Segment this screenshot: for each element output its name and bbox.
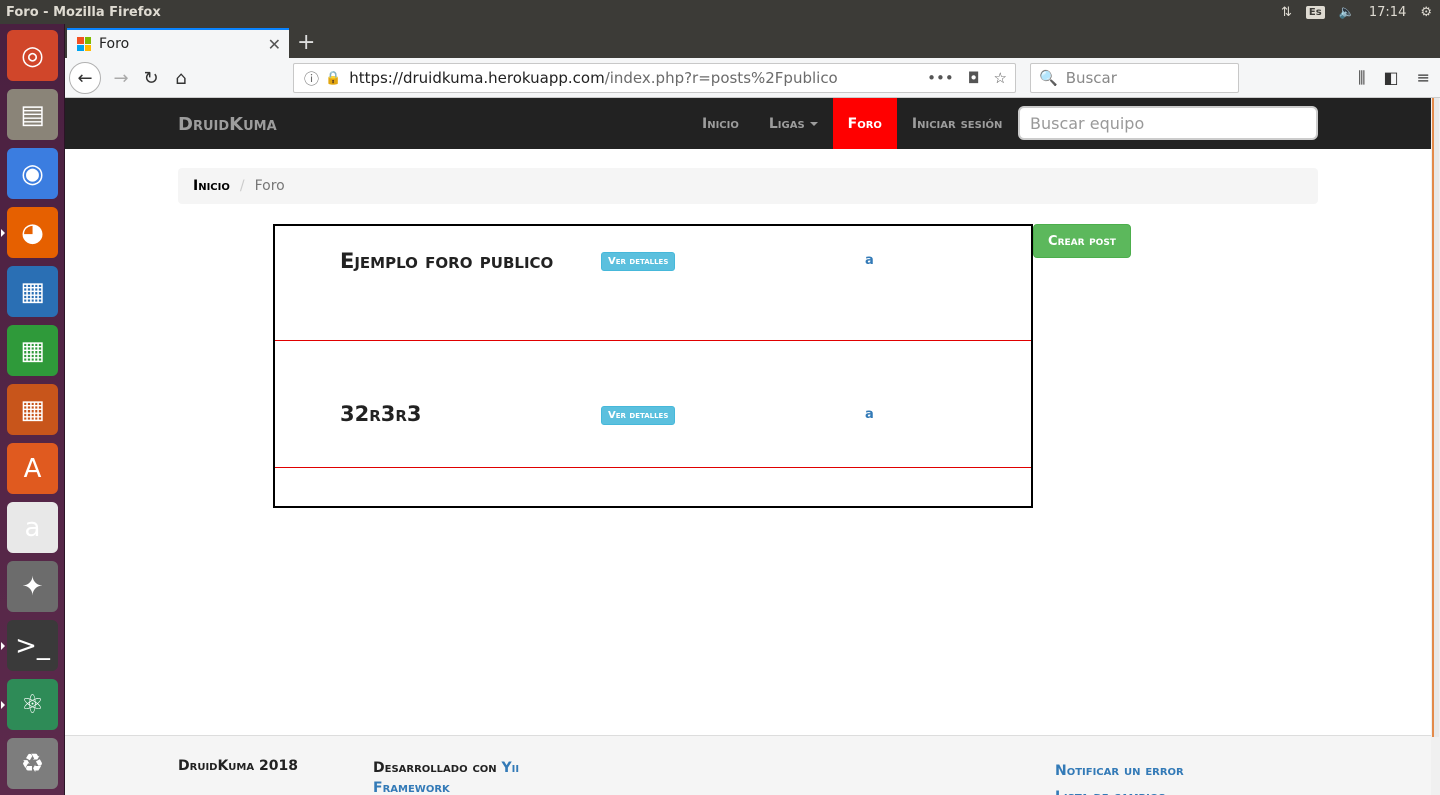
volume-icon[interactable]: 🔈 — [1339, 5, 1355, 20]
back-button-icon[interactable]: ← — [69, 62, 101, 94]
amazon-icon[interactable]: a — [7, 502, 58, 553]
pocket-icon[interactable]: ◘ — [968, 69, 980, 87]
caret-down-icon — [809, 121, 818, 126]
url-bar[interactable]: ⓘ 🔒 https://druidkuma.herokuapp.com /ind… — [293, 63, 1016, 93]
web-page: DruidKuma Inicio Ligas Foro Iniciar sesi… — [65, 98, 1431, 795]
footer-links: Notificar un error Lista de cambios — [1055, 758, 1184, 795]
sidebar-icon[interactable]: ◧ — [1383, 68, 1398, 88]
post-link[interactable]: a — [865, 253, 874, 268]
site-navbar: DruidKuma Inicio Ligas Foro Iniciar sesi… — [65, 98, 1431, 149]
menu-item-iniciar-sesion[interactable]: Iniciar sesión — [897, 98, 1018, 149]
changes-list-link[interactable]: Lista de cambios — [1055, 784, 1184, 795]
home-icon[interactable]: ⌂ — [167, 64, 195, 92]
tab-bar: Foro ✕ + — [65, 24, 1440, 58]
software-center-icon[interactable]: A — [7, 443, 58, 494]
close-tab-icon[interactable]: ✕ — [268, 35, 281, 54]
atom-icon[interactable]: ⚛ — [7, 679, 58, 730]
menu-item-ligas[interactable]: Ligas — [754, 98, 833, 149]
team-search-placeholder: Buscar equipo — [1030, 113, 1145, 133]
create-post-button[interactable]: Crear post — [1033, 224, 1131, 258]
calc-icon[interactable]: ▦ — [7, 325, 58, 376]
breadcrumb-home-link[interactable]: Inicio — [193, 178, 230, 194]
reload-icon[interactable]: ↻ — [137, 64, 165, 92]
browser-search-input[interactable]: 🔍 Buscar — [1030, 63, 1239, 93]
tab-title: Foro — [99, 36, 130, 52]
report-error-link[interactable]: Notificar un error — [1055, 758, 1184, 784]
clock[interactable]: 17:14 — [1369, 5, 1406, 20]
system-settings-icon[interactable]: ✦ — [7, 561, 58, 612]
running-indicator — [1, 642, 5, 650]
url-host: https://druidkuma.herokuapp.com — [349, 69, 605, 87]
menu-hamburger-icon[interactable]: ≡ — [1417, 68, 1430, 88]
info-icon[interactable]: ⓘ — [304, 68, 319, 89]
url-path: /index.php?r=posts%2Fpublico — [604, 69, 838, 87]
new-tab-icon[interactable]: + — [297, 30, 315, 55]
chrome-icon[interactable]: ◉ — [7, 148, 58, 199]
team-search-input[interactable]: Buscar equipo — [1018, 106, 1318, 140]
keyboard-layout-indicator[interactable]: Es — [1305, 5, 1325, 19]
post-title: 32r3r3 — [340, 402, 422, 426]
post-row: 32r3r3 Ver detalles a — [275, 341, 1031, 468]
breadcrumb-separator: / — [239, 178, 245, 194]
breadcrumb-current: Foro — [254, 178, 285, 194]
site-menu: Inicio Ligas Foro Iniciar sesión — [687, 98, 1017, 149]
post-link[interactable]: a — [865, 407, 874, 422]
impress-icon[interactable]: ▦ — [7, 384, 58, 435]
page-actions-icon[interactable]: ••• — [927, 69, 954, 87]
menu-item-inicio[interactable]: Inicio — [687, 98, 754, 149]
site-favicon-icon — [77, 37, 91, 51]
running-indicator — [1, 229, 5, 237]
ubuntu-dash-icon[interactable]: ◎ — [7, 30, 58, 81]
library-icon[interactable]: ⫼ — [1358, 68, 1365, 88]
bookmark-star-icon[interactable]: ☆ — [994, 69, 1007, 87]
system-tray: ⇅ Es 🔈 17:14 ⚙ — [1281, 5, 1440, 20]
footer-copyright: DruidKuma 2018 — [178, 758, 298, 774]
launcher: ◎ ▤ ◉ ◕ ▦ ▦ ▦ Aa ✦ >_ ⚛ ♻ — [0, 24, 65, 795]
menu-item-foro[interactable]: Foro — [832, 98, 897, 149]
top-panel: Foro - Mozilla Firefox ⇅ Es 🔈 17:14 ⚙ — [0, 0, 1440, 24]
terminal-icon[interactable]: >_ — [7, 620, 58, 671]
post-title: Ejemplo foro publico — [340, 249, 554, 273]
navigation-toolbar: ← → ↻ ⌂ ⓘ 🔒 https://druidkuma.herokuapp.… — [65, 58, 1440, 98]
breadcrumb: Inicio / Foro — [178, 168, 1318, 204]
menu-item-ligas-label: Ligas — [768, 115, 805, 132]
page-scrollbar[interactable] — [1431, 98, 1440, 795]
window-title: Foro - Mozilla Firefox — [6, 4, 161, 20]
running-indicator — [1, 701, 5, 709]
firefox-icon[interactable]: ◕ — [7, 207, 58, 258]
site-footer: DruidKuma 2018 Desarrollado con Yii Fram… — [65, 735, 1431, 795]
settings-gear-icon[interactable]: ⚙ — [1420, 5, 1432, 20]
footer-dev-prefix: Desarrollado con — [373, 760, 497, 776]
post-row: Ejemplo foro publico Ver detalles a — [275, 226, 1031, 341]
posts-list: Ejemplo foro publico Ver detalles a 32r3… — [273, 224, 1033, 508]
view-details-button[interactable]: Ver detalles — [601, 252, 676, 271]
search-icon: 🔍 — [1039, 69, 1058, 87]
files-icon[interactable]: ▤ — [7, 89, 58, 140]
browser-search-placeholder: Buscar — [1065, 69, 1117, 87]
trash-icon[interactable]: ♻ — [7, 738, 58, 789]
network-icon[interactable]: ⇅ — [1281, 5, 1292, 20]
tab-foro[interactable]: Foro ✕ — [67, 28, 289, 58]
lock-icon[interactable]: 🔒 — [325, 71, 341, 86]
scrollbar-thumb[interactable] — [1432, 98, 1439, 737]
forward-button-icon[interactable]: → — [107, 64, 135, 92]
writer-icon[interactable]: ▦ — [7, 266, 58, 317]
site-brand[interactable]: DruidKuma — [178, 114, 277, 135]
view-details-button[interactable]: Ver detalles — [601, 406, 676, 425]
footer-developed-with: Desarrollado con Yii Framework — [373, 758, 533, 795]
